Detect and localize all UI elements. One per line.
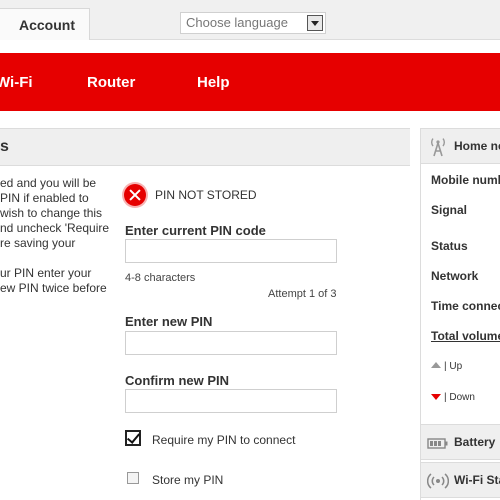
home-network-title: Home ne: [454, 139, 500, 153]
pin-length-hint: 4-8 characters: [125, 272, 196, 284]
nav-item-help[interactable]: Help: [197, 53, 230, 111]
new-pin-input[interactable]: [125, 331, 337, 355]
time-connected-label: Time connec: [431, 299, 500, 313]
battery-icon: [427, 433, 449, 453]
confirm-pin-input[interactable]: [125, 389, 337, 413]
attempt-counter: Attempt 1 of 3: [268, 288, 337, 300]
home-network-header[interactable]: Home ne: [421, 128, 500, 164]
antenna-icon: [427, 137, 449, 157]
require-pin-checkbox[interactable]: [125, 430, 141, 446]
confirm-pin-label: Confirm new PIN: [125, 373, 230, 388]
current-pin-input[interactable]: [125, 239, 337, 263]
language-select[interactable]: Choose language: [180, 12, 326, 34]
wifi-icon: [426, 471, 450, 491]
nav-item-wifi[interactable]: Wi-Fi: [0, 53, 33, 111]
status-sidebar: Home ne Mobile numb Signal Status Networ…: [420, 128, 500, 500]
main-panel-header: s: [0, 128, 410, 166]
pin-status-text: PIN NOT STORED: [155, 188, 257, 202]
error-icon: [124, 184, 146, 206]
network-label: Network: [431, 269, 479, 283]
current-pin-label: Enter current PIN code: [125, 223, 266, 238]
language-select-placeholder: Choose language: [186, 15, 288, 30]
arrow-down-icon: [431, 394, 441, 400]
arrow-up-icon: [431, 362, 441, 368]
battery-title: Battery: [454, 435, 496, 449]
download-indicator: | Down: [431, 392, 475, 403]
require-pin-label: Require my PIN to connect: [152, 433, 296, 447]
main-nav: Wi-Fi Router Help: [0, 53, 500, 111]
new-pin-label: Enter new PIN: [125, 314, 213, 329]
total-volume-link[interactable]: Total volume: [431, 329, 500, 343]
account-tab[interactable]: Account: [0, 8, 90, 40]
page-title: s: [0, 138, 9, 155]
mobile-number-label: Mobile numb: [431, 173, 500, 187]
nav-item-router[interactable]: Router: [87, 53, 135, 111]
pin-description: ed and you will be PIN if enabled to wis…: [0, 176, 110, 311]
signal-label: Signal: [431, 203, 468, 217]
pin-description-para-1: ed and you will be PIN if enabled to wis…: [0, 176, 110, 250]
download-label: | Down: [444, 392, 475, 403]
upload-indicator: | Up: [431, 361, 462, 372]
wifi-status-header[interactable]: Wi-Fi Sta: [421, 462, 500, 498]
store-pin-checkbox[interactable]: [127, 472, 139, 484]
battery-header[interactable]: Battery: [421, 424, 500, 460]
wifi-status-title: Wi-Fi Sta: [454, 473, 500, 487]
top-bar: Account Choose language: [0, 0, 500, 40]
store-pin-label: Store my PIN: [152, 473, 224, 487]
chevron-down-icon[interactable]: [307, 15, 323, 31]
upload-label: | Up: [444, 361, 463, 372]
status-label: Status: [431, 239, 468, 253]
pin-description-para-2: ur PIN enter your ew PIN twice before: [0, 266, 107, 295]
